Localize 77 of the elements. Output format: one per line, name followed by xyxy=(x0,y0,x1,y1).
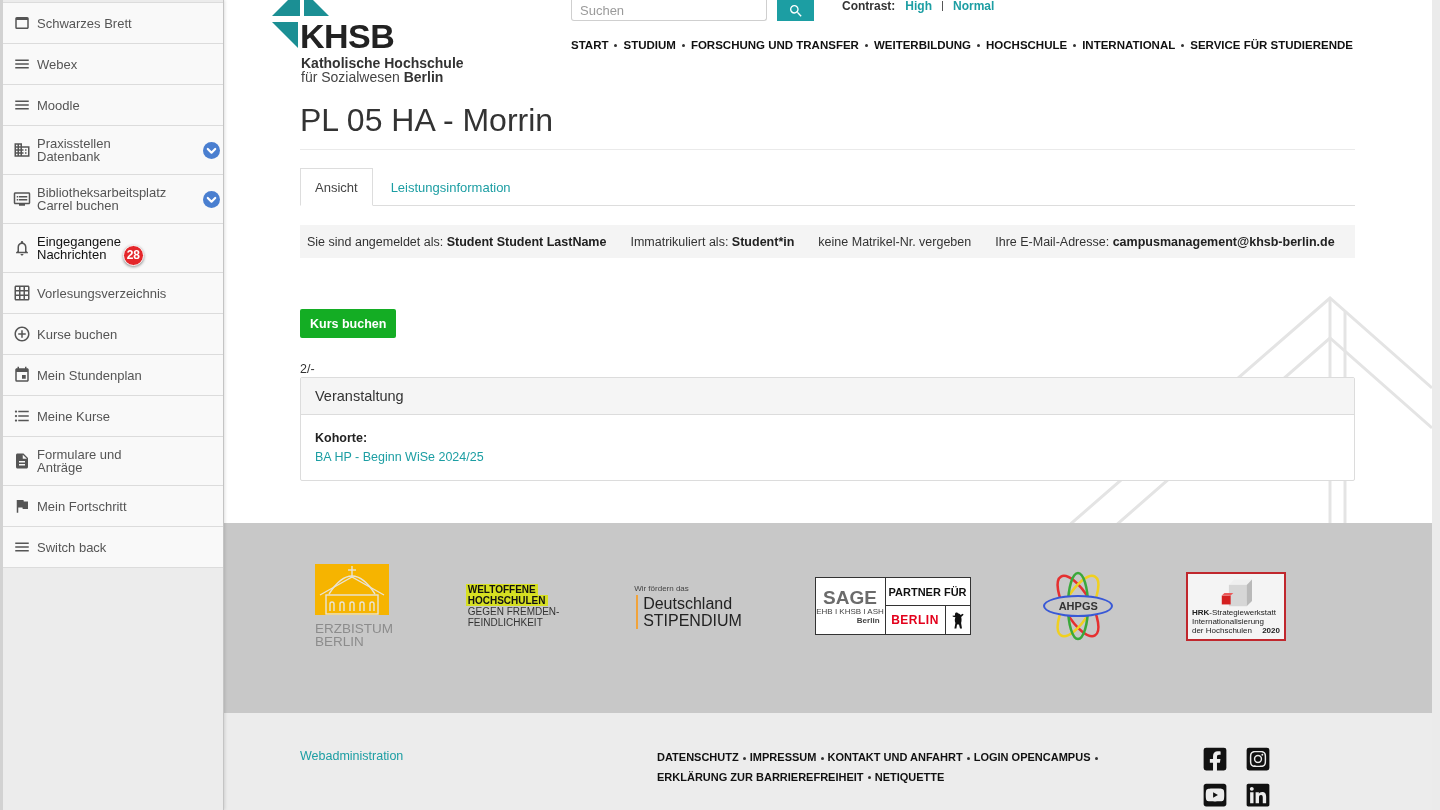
contrast-label: Contrast: xyxy=(842,0,896,12)
sidebar-item[interactable]: Kurse buchen xyxy=(3,314,223,355)
footer-link[interactable]: ERKLÄRUNG ZUR BARRIEREFREIHEIT xyxy=(657,770,864,783)
footer-link[interactable]: DATENSCHUTZ xyxy=(657,751,739,763)
youtube-icon[interactable] xyxy=(1202,782,1228,808)
logo-text: Deutschland STIPENDIUM xyxy=(636,594,742,629)
church-logo-icon xyxy=(315,564,389,615)
logo-mark-icon xyxy=(272,0,332,16)
sidebar-item[interactable]: Switch back xyxy=(3,527,223,568)
logo-title: Katholische Hochschule xyxy=(301,56,464,70)
logo-tagline: Wir fördern das xyxy=(634,583,689,593)
page-title: PL 05 HA - Morrin xyxy=(300,101,1355,150)
nav-link[interactable]: SERVICE FÜR STUDIERENDE xyxy=(1190,39,1353,51)
logo-text: der Hochschulen xyxy=(1191,625,1252,635)
search-field[interactable]: Suchen xyxy=(571,0,767,21)
search-button[interactable] xyxy=(777,0,814,21)
user-info-text: Ihre E-Mail-Adresse: campusmanagement@khsb-berlin.de xyxy=(995,234,1335,249)
document-icon xyxy=(13,452,31,470)
logo-text: AHPGS xyxy=(1043,595,1114,617)
logo-text: GEGEN FREMDEN- xyxy=(466,606,561,617)
logo-text: HOCHSCHULEN xyxy=(465,595,548,606)
window-icon xyxy=(13,14,31,32)
logo-subtitle: für Sozialwesen Berlin xyxy=(301,70,444,84)
nav-link[interactable]: STUDIUM xyxy=(623,39,676,51)
sidebar-item[interactable]: Eingegangene Nachrichten 28 xyxy=(3,224,223,273)
chevron-down-icon[interactable] xyxy=(203,141,220,159)
logo-subtext: EHB I KHSB I ASH xyxy=(816,606,884,616)
count-badge: 28 xyxy=(122,245,144,266)
logo-text: FEINDLICHKEIT xyxy=(466,617,544,628)
sidebar-item[interactable]: Mein Fortschritt xyxy=(3,486,223,527)
footer-link[interactable]: KONTAKT UND ANFAHRT xyxy=(827,751,963,763)
user-info-text: Sie sind angemeldet als: Student Student LastName xyxy=(307,234,607,249)
nav-link[interactable]: FORSCHUNG UND TRANSFER xyxy=(690,39,859,51)
facebook-icon[interactable] xyxy=(1202,746,1228,772)
tab[interactable]: Ansicht xyxy=(300,168,373,206)
logo-text: PARTNER FÜR xyxy=(888,585,967,598)
logo-text: Internationalisierung xyxy=(1191,616,1264,626)
logo-text: WELTOFFENE xyxy=(465,584,538,595)
logo-year: 2020 xyxy=(1262,625,1280,635)
logo-text: BERLIN xyxy=(890,612,940,629)
sidebar-item[interactable]: Moodle xyxy=(3,85,223,126)
sidebar-item[interactable]: Schwarzes Brett xyxy=(3,3,223,44)
sidebar-item[interactable]: Formulare und Anträge xyxy=(3,437,223,486)
logo-name: KHSB xyxy=(300,22,395,50)
count-text: 2/- xyxy=(300,361,315,377)
logo-text: ERZBISTUM BERLIN xyxy=(315,622,393,648)
nav-link[interactable]: HOCHSCHULE xyxy=(986,39,1068,51)
sidebar-item[interactable]: Mein Stundenplan xyxy=(3,355,223,396)
monitor-icon xyxy=(13,190,31,208)
sidebar-item[interactable]: Praxisstellen Datenbank xyxy=(3,126,223,175)
building-icon xyxy=(13,141,31,159)
field-label: Kohorte: xyxy=(315,430,368,447)
triangle-icon xyxy=(272,22,298,48)
sidebar-item[interactable]: Webex xyxy=(3,44,223,85)
bell-icon xyxy=(13,239,31,257)
sidebar-item[interactable]: Vorlesungsverzeichnis xyxy=(3,273,223,314)
nav-link[interactable]: START xyxy=(571,39,609,51)
grid-icon xyxy=(13,284,31,302)
sidebar-item[interactable]: Bibliotheksarbeitsplatz Carrel buchen xyxy=(3,175,223,224)
logo-subtext: Berlin xyxy=(856,615,880,625)
bear-icon xyxy=(951,611,964,629)
user-info-text: keine Matrikel-Nr. vergeben xyxy=(818,234,972,249)
logo-text: SAGE xyxy=(823,587,877,607)
panel-heading: Veranstaltung xyxy=(301,378,1354,415)
footer-link[interactable]: IMPRESSUM xyxy=(749,751,817,763)
nav-link[interactable]: WEITERBILDUNG xyxy=(873,39,971,51)
instagram-icon[interactable] xyxy=(1245,746,1271,772)
logo-text: HRK-Strategiewerkstatt xyxy=(1191,607,1276,617)
sidebar-item[interactable]: Meine Kurse xyxy=(3,396,223,437)
footer-link[interactable]: LOGIN OPENCAMPUS xyxy=(973,751,1091,763)
search-icon xyxy=(787,2,804,19)
calendar-icon xyxy=(13,366,31,384)
user-info-text: Immatrikuliert als: Student*in xyxy=(630,234,795,249)
linkedin-icon[interactable] xyxy=(1245,782,1271,808)
chevron-down-icon[interactable] xyxy=(203,190,220,208)
nav-link[interactable]: INTERNATIONAL xyxy=(1082,39,1176,51)
footer-link[interactable]: NETIQUETTE xyxy=(874,770,945,783)
